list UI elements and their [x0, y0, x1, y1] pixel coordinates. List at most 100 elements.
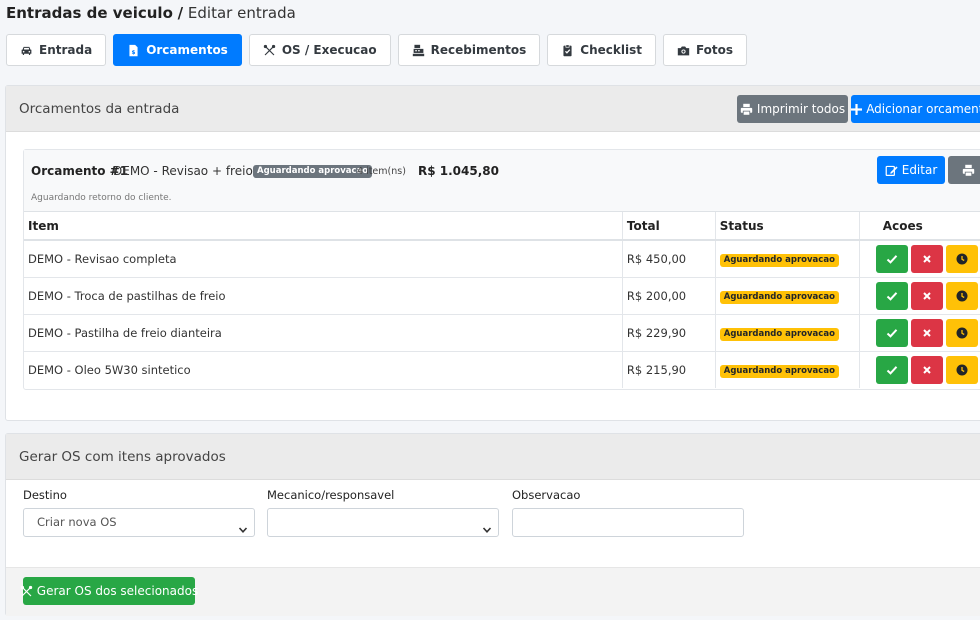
- item-status-cell: Aguardando aprovacao: [714, 239, 860, 277]
- mecanico-label: Mecanico/responsavel: [267, 488, 395, 502]
- table-row: DEMO - Oleo 5W30 sintetico R$ 215,90 Agu…: [24, 350, 980, 388]
- tab-label: Recebimentos: [430, 43, 527, 57]
- tab-label: Checklist: [580, 43, 642, 57]
- plus-icon: [851, 103, 863, 115]
- print-icon: [740, 103, 753, 116]
- item-status-badge: Aguardando aprovacao: [719, 327, 839, 341]
- column-header-status: Status: [714, 212, 860, 241]
- car-icon: [20, 44, 33, 57]
- edit-label: Editar: [901, 163, 938, 177]
- print-all-button[interactable]: Imprimir todos: [737, 95, 848, 123]
- clock-icon: [956, 364, 968, 376]
- item-name: DEMO - Revisao completa: [24, 239, 623, 277]
- close-icon: [921, 364, 933, 376]
- check-icon: [886, 327, 898, 339]
- camera-icon: [677, 44, 690, 57]
- invoice-icon: $: [127, 44, 140, 57]
- table-header-row: Item Total Status Acoes: [24, 212, 980, 241]
- observacao-input[interactable]: [512, 508, 744, 537]
- approve-button[interactable]: [875, 281, 908, 310]
- gerar-os-card: Gerar OS com itens aprovados Destino Cri…: [5, 433, 980, 616]
- item-total: R$ 215,90: [621, 350, 716, 388]
- print-orcamento-button[interactable]: [948, 156, 980, 184]
- tab-fotos[interactable]: Fotos: [662, 34, 748, 66]
- close-icon: [921, 327, 933, 339]
- reject-button[interactable]: [910, 355, 943, 384]
- clock-icon: [956, 290, 968, 302]
- orcamento-header: Orcamento #1 DEMO - Revisao + freios Agu…: [24, 150, 980, 212]
- gerar-os-card-header: Gerar OS com itens aprovados: [6, 434, 980, 480]
- tab-label: Orcamentos: [146, 43, 228, 57]
- tab-os-execucao[interactable]: OS / Execucao: [248, 34, 391, 66]
- item-actions: [858, 239, 980, 277]
- reject-button[interactable]: [910, 318, 943, 347]
- pending-button[interactable]: [945, 281, 978, 310]
- column-header-total: Total: [621, 212, 716, 241]
- item-total: R$ 229,90: [621, 313, 716, 351]
- orcamento-description: DEMO - Revisao + freios: [113, 164, 260, 178]
- status-badge: Aguardando aprovacao: [253, 165, 373, 178]
- gerar-os-button[interactable]: Gerar OS dos selecionados: [20, 577, 199, 605]
- column-header-acoes: Acoes: [858, 212, 980, 241]
- mecanico-select[interactable]: [267, 508, 499, 537]
- table-row: DEMO - Troca de pastilhas de freio R$ 20…: [24, 276, 980, 314]
- add-orcamento-label: Adicionar orcamento: [866, 102, 980, 116]
- pending-button[interactable]: [945, 355, 978, 384]
- close-icon: [921, 253, 933, 265]
- close-icon: [921, 290, 933, 302]
- item-total: R$ 450,00: [621, 239, 716, 277]
- add-orcamento-button[interactable]: Adicionar orcamento: [851, 95, 980, 123]
- chevron-down-icon: [482, 518, 492, 533]
- item-name: DEMO - Oleo 5W30 sintetico: [24, 350, 623, 388]
- page-title: Entradas de veiculo / Editar entrada: [6, 4, 296, 22]
- page-title-sub: Editar entrada: [187, 4, 296, 22]
- column-header-acoes-label: Acoes: [882, 218, 923, 233]
- item-name: DEMO - Troca de pastilhas de freio: [24, 276, 623, 314]
- item-status-badge: Aguardando aprovacao: [719, 364, 839, 378]
- tools-icon: [20, 585, 33, 598]
- page-title-main: Entradas de veiculo: [6, 4, 173, 22]
- reject-button[interactable]: [910, 244, 943, 273]
- table-row: DEMO - Revisao completa R$ 450,00 Aguard…: [24, 239, 980, 277]
- items-table: Item Total Status Acoes DEMO - Revisao c…: [24, 212, 980, 388]
- tools-icon: [263, 44, 276, 57]
- pending-button[interactable]: [945, 318, 978, 347]
- clock-icon: [956, 327, 968, 339]
- pending-button[interactable]: [945, 244, 978, 273]
- gerar-os-card-title: Gerar OS com itens aprovados: [19, 449, 226, 465]
- orcamentos-card: Orcamentos da entrada Imprimir todos Adi…: [5, 85, 980, 421]
- approve-button[interactable]: [875, 244, 908, 273]
- edit-button[interactable]: Editar: [877, 156, 945, 184]
- check-icon: [886, 364, 898, 376]
- tab-orcamentos[interactable]: $ Orcamentos: [113, 34, 242, 66]
- item-status-badge: Aguardando aprovacao: [719, 290, 839, 304]
- item-count: 4 item(ns): [357, 166, 406, 177]
- gerar-os-label: Gerar OS dos selecionados: [36, 584, 199, 598]
- tab-label: OS / Execucao: [281, 43, 377, 57]
- reject-button[interactable]: [910, 281, 943, 310]
- clock-icon: [956, 253, 968, 265]
- item-name: DEMO - Pastilha de freio dianteira: [24, 313, 623, 351]
- observacao-label: Observacao: [512, 488, 581, 502]
- tab-checklist[interactable]: Checklist: [547, 34, 656, 66]
- print-all-label: Imprimir todos: [756, 102, 846, 116]
- tab-entrada[interactable]: Entrada: [6, 34, 107, 66]
- item-actions: [858, 276, 980, 314]
- item-status-cell: Aguardando aprovacao: [714, 313, 860, 351]
- svg-text:$: $: [132, 49, 136, 55]
- edit-icon: [885, 164, 898, 177]
- item-status-cell: Aguardando aprovacao: [714, 276, 860, 314]
- tab-recebimentos[interactable]: Recebimentos: [397, 34, 541, 66]
- chevron-down-icon: [238, 518, 248, 533]
- orcamentos-card-title: Orcamentos da entrada: [19, 101, 180, 117]
- destino-select[interactable]: Criar nova OS: [23, 508, 255, 537]
- tab-label: Fotos: [695, 43, 734, 57]
- approve-button[interactable]: [875, 355, 908, 384]
- gerar-os-footer: Gerar OS dos selecionados: [6, 567, 980, 616]
- destino-selected-value: Criar nova OS: [37, 515, 117, 529]
- item-actions: [858, 313, 980, 351]
- item-total: R$ 200,00: [621, 276, 716, 314]
- approve-button[interactable]: [875, 318, 908, 347]
- check-icon: [886, 253, 898, 265]
- orcamento-total: R$ 1.045,80: [418, 164, 499, 178]
